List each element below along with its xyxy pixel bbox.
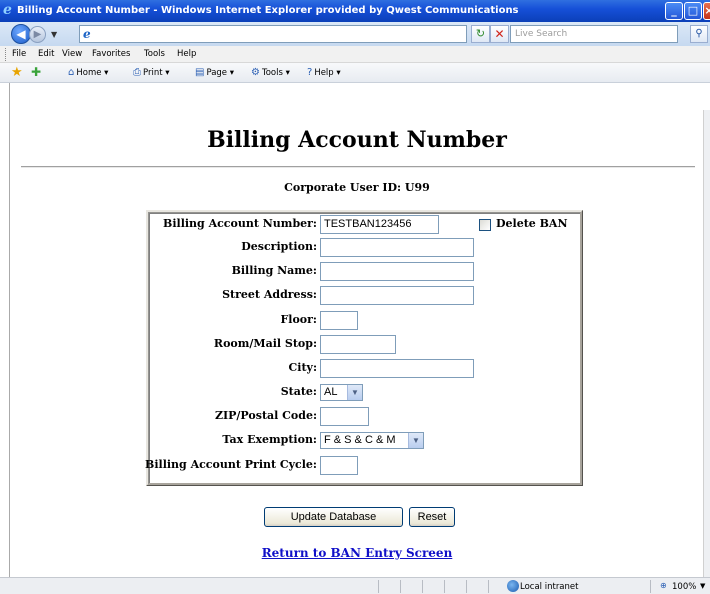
home-icon: ⌂ [68, 67, 75, 78]
status-divider [650, 580, 651, 593]
room-input[interactable] [320, 335, 396, 354]
window-title-bar: e Billing Account Number - Windows Inter… [0, 0, 710, 22]
search-icon[interactable]: ⚲ [690, 25, 708, 43]
menu-bar: File Edit View Favorites Tools Help [0, 46, 710, 63]
live-search-input[interactable]: Live Search [510, 25, 678, 43]
menu-view[interactable]: View [62, 49, 82, 59]
globe-icon [507, 580, 519, 592]
corporate-user-id: Corporate User ID: U99 [284, 181, 430, 194]
zoom-level[interactable]: 100% [672, 582, 696, 592]
forward-button[interactable]: ▶ [29, 26, 46, 43]
zoom-icon: ⊕ [660, 581, 667, 590]
description-input[interactable] [320, 238, 474, 257]
floor-label: Floor: [280, 313, 317, 326]
command-bar: ★ ✚ ⌂ Home ▾ ⎙ Print ▾ ▤ Page ▾ ⚙ Tools ▾ ? H… [0, 63, 710, 83]
add-favorite-icon[interactable]: ✚ [31, 66, 41, 79]
divider [21, 166, 695, 168]
ban-input[interactable]: TESTBAN123456 [320, 215, 439, 234]
zip-input[interactable] [320, 407, 369, 426]
recent-pages-dropdown-icon[interactable]: ▼ [51, 30, 57, 39]
stop-button[interactable]: ✕ [490, 25, 509, 43]
page-menu-icon: ▤ [195, 67, 205, 78]
page-icon: e [83, 27, 91, 41]
menu-tools[interactable]: Tools [144, 49, 165, 59]
chevron-down-icon[interactable]: ▼ [408, 433, 423, 448]
page-content: Billing Account Number Corporate User ID… [9, 83, 703, 577]
window-title: Billing Account Number - Windows Interne… [17, 5, 519, 16]
status-divider [378, 580, 379, 593]
chevron-down-icon[interactable]: ▼ [347, 385, 362, 400]
refresh-button[interactable]: ↻ [471, 25, 490, 43]
status-divider [444, 580, 445, 593]
vertical-scrollbar[interactable] [703, 110, 710, 577]
status-divider [422, 580, 423, 593]
minimize-button[interactable]: _ [665, 2, 683, 20]
address-field[interactable]: e ▼ [79, 25, 543, 43]
return-to-ban-entry-link[interactable]: Return to BAN Entry Screen [10, 546, 703, 560]
delete-ban-checkbox[interactable] [479, 219, 491, 231]
address-toolbar: ◀ ▶ ▼ e ▼ ↻ ✕ Live Search ⚲ [0, 22, 710, 46]
help-menu-button[interactable]: ? Help ▾ [307, 67, 341, 78]
street-address-input[interactable] [320, 286, 474, 305]
ie-logo-icon: e [3, 2, 12, 18]
room-label: Room/Mail Stop: [213, 337, 317, 350]
print-cycle-input[interactable] [320, 456, 358, 475]
ban-label: Billing Account Number: [163, 217, 317, 230]
city-label: City: [288, 361, 317, 374]
maximize-button[interactable]: □ [684, 2, 702, 20]
back-button[interactable]: ◀ [11, 24, 31, 44]
street-address-label: Street Address: [222, 288, 317, 301]
gear-icon: ⚙ [251, 67, 260, 78]
billing-name-label: Billing Name: [231, 264, 317, 277]
page-title: Billing Account Number [207, 127, 507, 153]
print-cycle-label: Billing Account Print Cycle: [145, 458, 317, 471]
zoom-dropdown-icon[interactable]: ▼ [700, 582, 705, 590]
print-button[interactable]: ⎙ Print ▾ [133, 67, 170, 78]
menu-help[interactable]: Help [177, 49, 196, 59]
security-zone[interactable]: Local intranet [520, 582, 578, 592]
printer-icon: ⎙ [133, 67, 141, 78]
status-divider [488, 580, 489, 593]
home-button[interactable]: ⌂ Home ▾ [68, 67, 108, 78]
floor-input[interactable] [320, 311, 358, 330]
billing-name-input[interactable] [320, 262, 474, 281]
page-menu-button[interactable]: ▤ Page ▾ [195, 67, 234, 78]
city-input[interactable] [320, 359, 474, 378]
zip-label: ZIP/Postal Code: [214, 409, 317, 422]
state-label: State: [280, 385, 317, 398]
status-divider [400, 580, 401, 593]
description-label: Description: [241, 240, 317, 253]
reset-button[interactable]: Reset [409, 507, 455, 527]
help-icon: ? [307, 67, 313, 78]
status-divider [466, 580, 467, 593]
state-select[interactable]: AL ▼ [320, 384, 363, 401]
favorites-star-icon[interactable]: ★ [11, 66, 23, 79]
menu-file[interactable]: File [12, 49, 26, 59]
tax-exemption-select[interactable]: F & S & C & M ▼ [320, 432, 424, 449]
status-bar: Local intranet ⊕ 100% ▼ [0, 577, 710, 594]
billing-form: Billing Account Number: TESTBAN123456 De… [145, 210, 583, 486]
update-database-button[interactable]: Update Database [264, 507, 403, 527]
menu-favorites[interactable]: Favorites [92, 49, 130, 59]
delete-ban-label: Delete BAN [496, 217, 568, 230]
tax-exemption-label: Tax Exemption: [222, 433, 317, 446]
close-window-button[interactable]: × [703, 2, 710, 20]
menu-edit[interactable]: Edit [38, 49, 54, 59]
tools-menu-button[interactable]: ⚙ Tools ▾ [251, 67, 290, 78]
toolbar-grip [5, 48, 7, 61]
